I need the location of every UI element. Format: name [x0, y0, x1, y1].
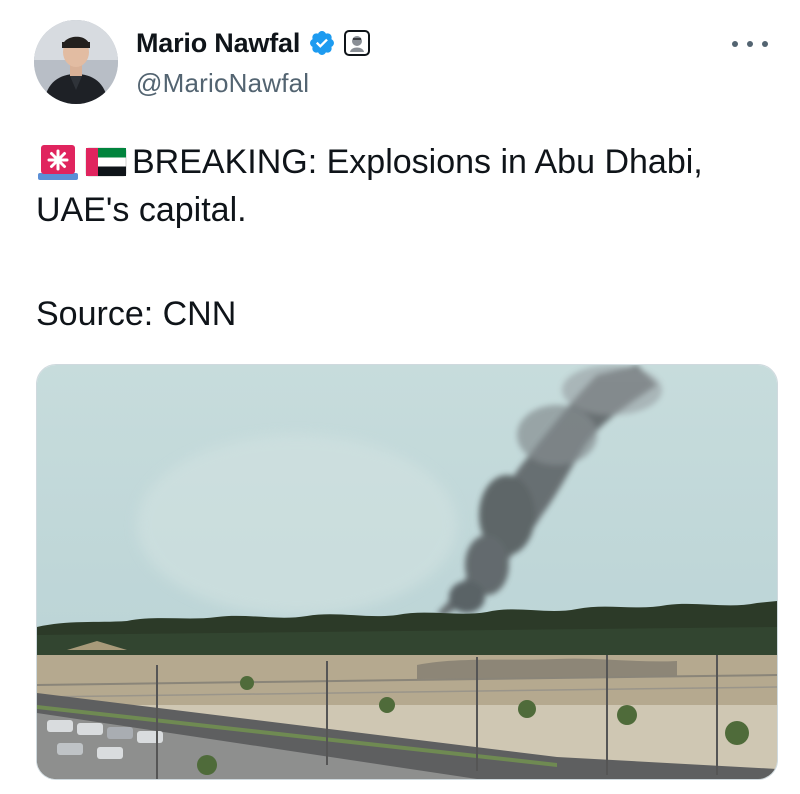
author-handle[interactable]: @MarioNawfal [136, 68, 370, 99]
avatar[interactable] [34, 20, 118, 104]
tweet-text-line2: UAE's capital. [36, 191, 247, 229]
tweet-source-line: Source: CNN [36, 295, 237, 333]
tweet-text: BREAKING: Explosions in Abu Dhabi, UAE's… [36, 138, 776, 234]
tweet-media-photo[interactable] [36, 364, 778, 780]
affiliation-badge-icon[interactable] [344, 30, 371, 56]
author-block: Mario Nawfal @MarioNawfal [136, 24, 371, 99]
more-dot [747, 41, 753, 47]
more-options-icon[interactable] [732, 32, 768, 56]
verified-badge-icon [308, 29, 336, 57]
tweet: Mario Nawfal @MarioNawfal BREAKING: Expl… [0, 0, 800, 794]
rotating-light-icon [36, 143, 80, 181]
uae-flag-icon [84, 143, 128, 181]
more-dot [762, 41, 768, 47]
smoke-plume-over-city-photo [37, 365, 777, 779]
display-name[interactable]: Mario Nawfal [136, 28, 300, 59]
tweet-text-line1: BREAKING: Explosions in Abu Dhabi, [132, 143, 703, 181]
more-dot [732, 41, 738, 47]
profile-photo [34, 20, 118, 104]
